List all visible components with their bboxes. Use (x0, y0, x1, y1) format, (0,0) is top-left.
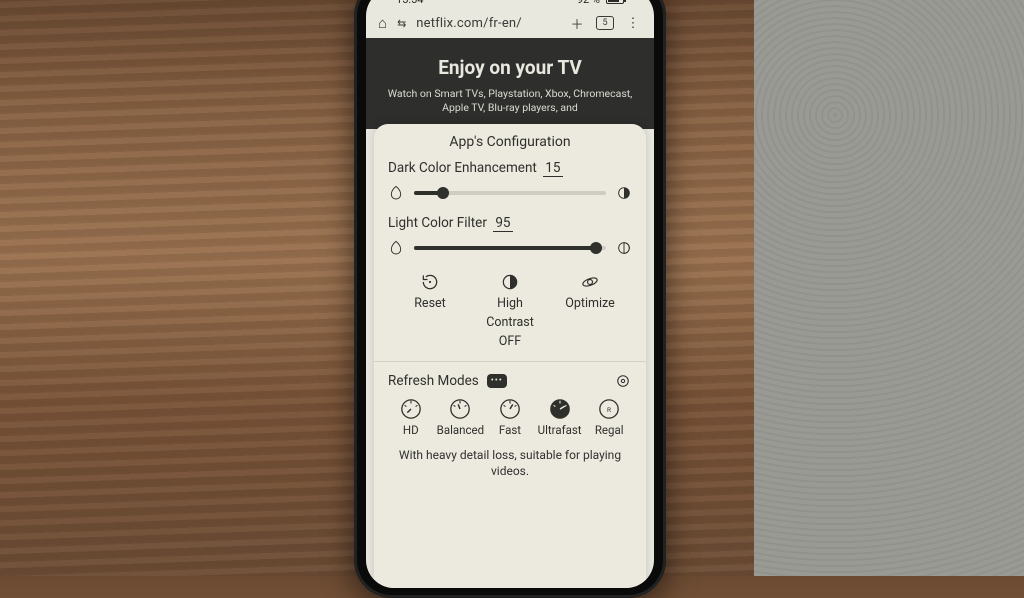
mode-label: Regal (595, 423, 624, 437)
action-row: Reset High Contrast OFF Optimize (374, 266, 646, 359)
overflow-menu-icon[interactable]: ⋮ (624, 16, 642, 31)
leaf-icon (388, 240, 404, 256)
contrast-label-2: Contrast (486, 315, 534, 330)
table-surface-concrete (754, 0, 1024, 576)
refresh-header: Refresh Modes ••• (374, 366, 646, 392)
hero-title: Enjoy on your TV (376, 56, 644, 79)
tabs-button[interactable]: 5 (596, 16, 614, 30)
contrast-half-icon (616, 185, 632, 201)
leaf-icon (388, 185, 404, 201)
panel-title: App's Configuration (374, 132, 646, 156)
more-icon[interactable]: ••• (487, 374, 507, 388)
contrast-half-icon (616, 240, 632, 256)
url-text[interactable]: netflix.com/fr-en/ (416, 16, 558, 31)
light-slider[interactable] (414, 246, 606, 250)
home-icon[interactable]: ⌂ (378, 14, 387, 32)
phone-frame: 15:54 92 % ⌂ ⇆ netflix.com/fr-en/ ＋ 5 ⋮ … (354, 0, 666, 598)
contrast-label-1: High (497, 296, 523, 311)
dark-slider[interactable] (414, 191, 606, 195)
browser-toolbar: ⌂ ⇆ netflix.com/fr-en/ ＋ 5 ⋮ (366, 8, 654, 38)
status-bar: 15:54 92 % (366, 0, 654, 8)
mode-label: Ultrafast (538, 423, 582, 437)
reset-button[interactable]: Reset (394, 272, 466, 349)
config-panel: App's Configuration Dark Color Enhanceme… (374, 124, 646, 588)
phone-screen: 15:54 92 % ⌂ ⇆ netflix.com/fr-en/ ＋ 5 ⋮ … (366, 0, 654, 588)
new-tab-button[interactable]: ＋ (568, 14, 586, 33)
contrast-button[interactable]: High Contrast OFF (474, 272, 546, 349)
speedometer-icon (499, 398, 521, 420)
speedometer-icon (449, 398, 471, 420)
dark-enhancement-section: Dark Color Enhancement 15 (374, 156, 646, 211)
status-time: 15:54 (396, 0, 423, 6)
gear-icon[interactable] (614, 372, 632, 390)
speedometer-icon: R (598, 398, 620, 420)
refresh-modes-row: HD Balanced Fast Ultrafast R Regal (374, 392, 646, 439)
dark-label: Dark Color Enhancement (388, 160, 537, 176)
optimize-label: Optimize (565, 296, 614, 311)
optimize-icon (580, 272, 600, 292)
reset-label: Reset (414, 296, 446, 311)
mode-balanced[interactable]: Balanced (436, 398, 486, 437)
site-settings-icon[interactable]: ⇆ (397, 17, 406, 30)
battery-percent: 92 % (577, 0, 600, 6)
light-label: Light Color Filter (388, 215, 487, 231)
light-filter-section: Light Color Filter 95 (374, 211, 646, 266)
reset-icon (420, 272, 440, 292)
light-value[interactable]: 95 (493, 215, 513, 232)
hero-subtitle: Watch on Smart TVs, Playstation, Xbox, C… (376, 87, 644, 115)
refresh-title: Refresh Modes (388, 373, 479, 389)
mode-label: Balanced (437, 423, 484, 437)
mode-label: Fast (499, 423, 521, 437)
optimize-button[interactable]: Optimize (554, 272, 626, 349)
mode-fast[interactable]: Fast (485, 398, 535, 437)
mode-hd[interactable]: HD (386, 398, 436, 437)
divider (374, 361, 646, 362)
svg-text:R: R (607, 406, 611, 414)
mode-regal[interactable]: R Regal (584, 398, 634, 437)
contrast-label-3: OFF (499, 334, 521, 349)
dark-value[interactable]: 15 (543, 160, 563, 177)
contrast-icon (500, 272, 520, 292)
battery-icon (606, 0, 624, 4)
mode-description: With heavy detail loss, suitable for pla… (374, 439, 646, 489)
mode-label: HD (403, 423, 419, 437)
mode-ultrafast[interactable]: Ultrafast (535, 398, 585, 437)
page-hero: Enjoy on your TV Watch on Smart TVs, Pla… (366, 38, 654, 129)
speedometer-icon (549, 398, 571, 420)
speedometer-icon (400, 398, 422, 420)
